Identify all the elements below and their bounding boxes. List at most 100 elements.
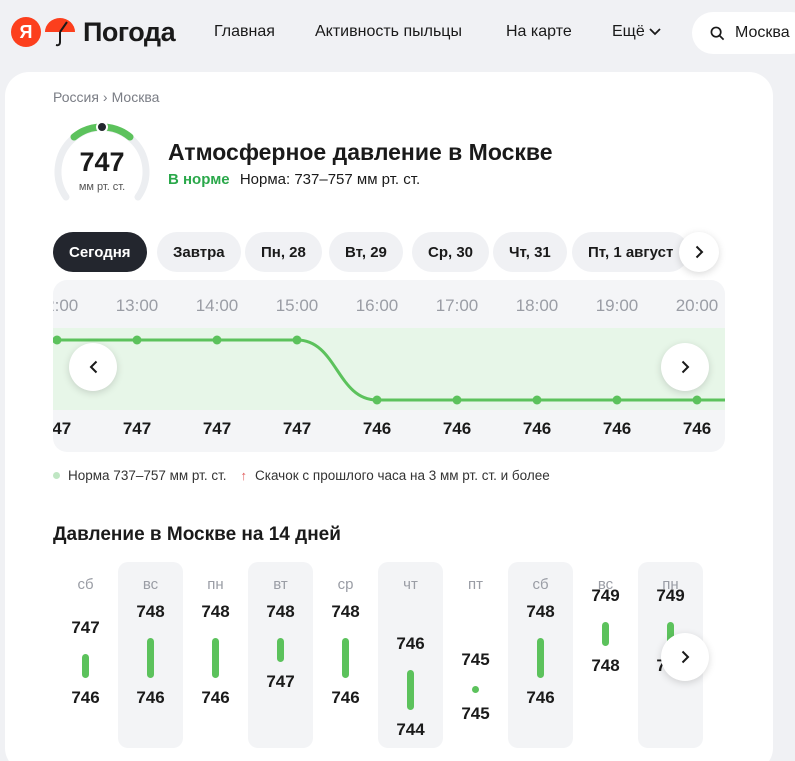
day-column[interactable]: чт 746 744 (378, 562, 443, 748)
day-min: 748 (591, 656, 620, 675)
tab-thu-31[interactable]: Чт, 31 (493, 232, 567, 272)
pressure-point (452, 395, 462, 405)
day-min: 746 (71, 688, 100, 707)
chevron-right-icon (681, 650, 689, 664)
day-range-bar (147, 638, 154, 678)
day-column[interactable]: сб 747 746 (53, 562, 118, 748)
tab-mon-28[interactable]: Пн, 28 (245, 232, 322, 272)
chevron-right-icon (681, 360, 689, 374)
header: Я Погода Главная Активность пыльцы На ка… (0, 0, 795, 68)
nav-pollen[interactable]: Активность пыльцы (315, 23, 462, 41)
pressure-point (532, 395, 542, 405)
day-max: 748 (331, 602, 360, 621)
hour-label: 19:00 (595, 296, 639, 315)
day-max: 748 (136, 602, 165, 621)
hour-label: 18:00 (515, 296, 559, 315)
hourly-prev-button[interactable] (69, 343, 117, 391)
status-row: В норме Норма: 737–757 мм рт. ст. (168, 171, 420, 188)
hourly-next-button[interactable] (661, 343, 709, 391)
hour-label: 20:00 (675, 296, 719, 315)
hour-value: 747 (282, 419, 312, 438)
hour-label: 17:00 (435, 296, 479, 315)
day-min: 746 (526, 688, 555, 707)
day-range-bar (407, 670, 414, 710)
legend: Норма 737–757 мм рт. ст. ↑ Скачок с прош… (53, 468, 550, 483)
page-title: Атмосферное давление в Москве (168, 139, 553, 165)
day-min: 746 (331, 688, 360, 707)
tabs-next-button[interactable] (679, 232, 719, 272)
yandex-logo-icon: Я (11, 17, 41, 47)
day-min: 745 (461, 704, 490, 723)
day-name: сб (77, 576, 94, 593)
pressure-point (612, 395, 622, 405)
pressure-point (53, 335, 62, 345)
days-forecast: сб 747 746 вс 748 746 пн 748 746 вт 748 747 ср 748 746… (53, 562, 703, 748)
nav-map[interactable]: На карте (506, 23, 572, 41)
tab-wed-30[interactable]: Ср, 30 (412, 232, 490, 272)
days-next-button[interactable] (661, 633, 709, 681)
search-value: Москва (735, 24, 790, 41)
day-name: пт (468, 576, 483, 593)
days-section-title: Давление в Москве на 14 дней (53, 524, 341, 545)
day-range-bar (537, 638, 544, 678)
pressure-point (692, 395, 702, 405)
current-pressure-unit: мм рт. ст. (78, 181, 126, 193)
legend-jump: Скачок с прошлого часа на 3 мм рт. ст. и… (255, 468, 550, 483)
search-input[interactable]: Москва (692, 12, 795, 54)
pressure-point (372, 395, 382, 405)
nav-more-label: Ещё (612, 23, 645, 40)
breadcrumb-separator: › (102, 89, 108, 105)
norm-dot-icon (53, 472, 60, 479)
hour-value: 746 (442, 419, 472, 438)
day-max: 747 (71, 618, 100, 637)
tab-tomorrow[interactable]: Завтра (157, 232, 241, 272)
tab-today[interactable]: Сегодня (53, 232, 147, 272)
day-range-bar (602, 622, 609, 646)
chevron-down-icon (649, 28, 661, 36)
day-range-bar (277, 638, 284, 662)
nav-main[interactable]: Главная (214, 23, 275, 41)
day-column[interactable]: вт 748 747 (248, 562, 313, 748)
breadcrumb-city[interactable]: Москва (112, 89, 160, 105)
day-column[interactable]: пт 745 745 (443, 562, 508, 748)
hour-label: 14:00 (195, 296, 239, 315)
pressure-gauge: 747 мм рт. ст. (52, 117, 152, 207)
breadcrumb: Россия › Москва (53, 89, 159, 105)
hour-value: 747 (202, 419, 232, 438)
day-range-bar (342, 638, 349, 678)
logo[interactable]: Я Погода (11, 16, 176, 48)
tab-tue-29[interactable]: Вт, 29 (329, 232, 403, 272)
day-name: вт (273, 576, 288, 593)
arrow-up-icon: ↑ (240, 468, 248, 483)
day-name: чт (403, 576, 418, 593)
day-min: 746 (136, 688, 165, 707)
day-range-bar (82, 654, 89, 678)
day-max: 748 (526, 602, 555, 621)
tab-fri-1-aug[interactable]: Пт, 1 август (572, 232, 690, 272)
day-column[interactable]: вс 748 746 (118, 562, 183, 748)
day-max: 749 (591, 586, 620, 605)
hour-value: 746 (602, 419, 632, 438)
pressure-point (212, 335, 222, 345)
current-pressure-value: 747 (79, 147, 125, 177)
hour-value: 746 (362, 419, 392, 438)
day-column[interactable]: сб 748 746 (508, 562, 573, 748)
day-name: сб (532, 576, 549, 593)
day-column[interactable]: ср 748 746 (313, 562, 378, 748)
day-max: 748 (266, 602, 295, 621)
pressure-point (132, 335, 142, 345)
day-column[interactable]: вс 749 748 (573, 562, 638, 748)
status-badge: В норме (168, 171, 230, 188)
day-range-bar (212, 638, 219, 678)
day-max: 745 (461, 650, 490, 669)
chevron-left-icon (89, 360, 97, 374)
nav-more[interactable]: Ещё (612, 23, 661, 41)
hour-value: 747 (53, 419, 72, 438)
chevron-right-icon (695, 245, 703, 259)
umbrella-icon (43, 16, 77, 48)
day-name: вс (142, 576, 159, 593)
breadcrumb-country[interactable]: Россия (53, 89, 99, 105)
day-name: пн (207, 576, 224, 593)
day-column[interactable]: пн 748 746 (183, 562, 248, 748)
hour-value: 746 (522, 419, 552, 438)
